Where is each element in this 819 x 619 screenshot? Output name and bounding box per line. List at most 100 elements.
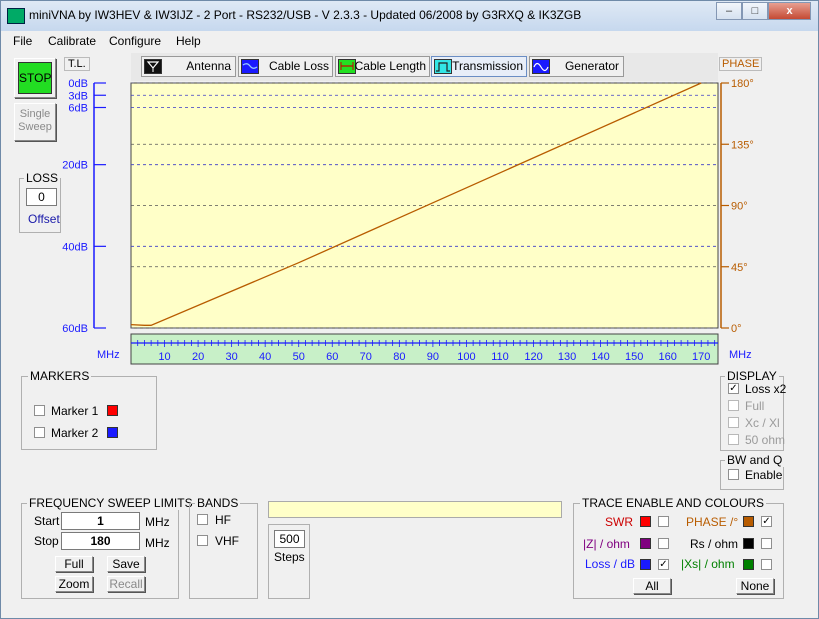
menu-calibrate[interactable]: Calibrate: [48, 34, 96, 48]
tab-transmission-label: Transmission: [452, 59, 523, 73]
transmission-chart: 0dB3dB6dB 20dB 40dB 60dB 180° 135° 90° 45° 0° 10 2…: [62, 78, 754, 365]
title-bar[interactable]: miniVNA by IW3HEV & IW3IJZ - 2 Port - RS…: [1, 1, 818, 31]
tab-transmission[interactable]: Transmission: [431, 56, 527, 77]
right-axis-tick-label: 180°: [731, 78, 754, 90]
maximize-button[interactable]: □: [742, 2, 768, 20]
steps-label: Steps: [274, 550, 305, 564]
generator-icon: [532, 59, 550, 74]
frequency-tick-label: 10: [158, 351, 170, 363]
tab-antenna-label: Antenna: [186, 59, 231, 73]
frequency-tick-label: 130: [558, 351, 576, 363]
bwq-title: BW and Q: [725, 453, 785, 467]
50-ohm-checkbox[interactable]: [728, 434, 739, 445]
start-input[interactable]: 1: [61, 512, 140, 530]
frequency-tick-label: 70: [360, 351, 372, 363]
trace-swr-checkbox[interactable]: [658, 516, 669, 527]
tab-antenna[interactable]: Antenna: [141, 56, 236, 77]
trace-all-button[interactable]: All: [633, 578, 671, 594]
trace-none-button[interactable]: None: [736, 578, 774, 594]
trace-rs-color[interactable]: [743, 538, 754, 549]
hf-label: HF: [215, 513, 231, 527]
x-axis-label-right: MHz: [729, 349, 752, 361]
right-axis-tick-label: 0°: [731, 323, 742, 335]
trace-phase-color[interactable]: [743, 516, 754, 527]
trace-xs-label: |Xs| / ohm: [681, 557, 735, 571]
save-button[interactable]: Save: [107, 556, 145, 572]
menu-file[interactable]: File: [13, 34, 32, 48]
marker-1-label: Marker 1: [51, 404, 99, 418]
trace-z-checkbox[interactable]: [658, 538, 669, 549]
trace-phase-checkbox[interactable]: ✓: [761, 516, 772, 527]
left-axis-tick-label: 20dB: [62, 160, 88, 172]
single-sweep-line1: Single: [19, 108, 51, 120]
trace-loss-color[interactable]: [640, 559, 651, 570]
frequency-tick-label: 170: [692, 351, 710, 363]
menu-configure[interactable]: Configure: [109, 34, 161, 48]
trace-swr-label: SWR: [605, 515, 633, 529]
left-axis-tick-label: 6dB: [68, 103, 88, 115]
status-field: [268, 501, 562, 518]
trace-xs-checkbox[interactable]: [761, 559, 772, 570]
trace-title: TRACE ENABLE AND COLOURS: [580, 496, 767, 510]
loss-input[interactable]: 0: [26, 188, 57, 206]
50-ohm-label: 50 ohm: [745, 433, 786, 447]
menu-help[interactable]: Help: [176, 34, 201, 48]
start-label: Start: [34, 514, 60, 528]
stop-button-frame: STOP: [14, 58, 56, 98]
frequency-tick-label: 40: [259, 351, 271, 363]
cable-length-icon: [338, 59, 356, 74]
frequency-tick-label: 140: [591, 351, 609, 363]
marker-2-label: Marker 2: [51, 426, 99, 440]
marker-1-checkbox[interactable]: [34, 405, 45, 416]
trace-z-color[interactable]: [640, 538, 651, 549]
tab-cable-length[interactable]: Cable Length: [335, 56, 430, 77]
trace-rs-label: Rs / ohm: [690, 537, 739, 551]
marker-1-color[interactable]: [107, 405, 118, 416]
full-label: Full: [745, 399, 765, 413]
bwq-enable-label: Enable: [745, 468, 783, 482]
hf-checkbox[interactable]: [197, 514, 208, 525]
stop-input[interactable]: 180: [61, 532, 140, 550]
loss-x2-label: Loss x2: [745, 382, 787, 396]
app-icon: [7, 8, 25, 24]
frequency-tick-label: 90: [427, 351, 439, 363]
single-sweep-button[interactable]: Single Sweep: [14, 103, 56, 141]
vhf-checkbox[interactable]: [197, 535, 208, 546]
right-axis-tick-label: 90°: [731, 201, 748, 213]
frequency-tick-label: 50: [293, 351, 305, 363]
trace-loss-checkbox[interactable]: ✓: [658, 559, 669, 570]
trace-swr-color[interactable]: [640, 516, 651, 527]
trace-z-label: |Z| / ohm: [583, 537, 630, 551]
window-title: miniVNA by IW3HEV & IW3IJZ - 2 Port - RS…: [29, 8, 582, 22]
marker-2-checkbox[interactable]: [34, 427, 45, 438]
frequency-tick-label: 30: [226, 351, 238, 363]
antenna-icon: [144, 59, 162, 74]
xc-xl-checkbox[interactable]: [728, 417, 739, 428]
close-button[interactable]: x: [768, 2, 811, 20]
start-unit: MHz: [145, 515, 170, 529]
recall-button[interactable]: Recall: [107, 576, 145, 592]
tl-label: T.L.: [64, 57, 90, 71]
tab-cable-loss[interactable]: Cable Loss: [238, 56, 333, 77]
frequency-tick-label: 60: [326, 351, 338, 363]
markers-title: MARKERS: [28, 369, 92, 383]
full-checkbox[interactable]: [728, 400, 739, 411]
loss-x2-checkbox[interactable]: ✓: [728, 383, 739, 394]
tab-cable-length-label: Cable Length: [354, 59, 426, 73]
steps-input[interactable]: 500: [274, 530, 305, 548]
right-axis-tick-label: 135°: [731, 139, 754, 151]
loss-offset-label: Offset: [28, 212, 60, 226]
tab-cable-loss-label: Cable Loss: [268, 59, 329, 73]
marker-2-color[interactable]: [107, 427, 118, 438]
bwq-enable-checkbox[interactable]: [728, 469, 739, 480]
x-axis-label-left: MHz: [97, 349, 120, 361]
zoom-button[interactable]: Zoom: [55, 576, 93, 592]
full-button[interactable]: Full: [55, 556, 93, 572]
frequency-tick-label: 160: [659, 351, 677, 363]
tab-generator[interactable]: Generator: [529, 56, 624, 77]
trace-rs-checkbox[interactable]: [761, 538, 772, 549]
loss-title: LOSS: [24, 171, 61, 185]
trace-xs-color[interactable]: [743, 559, 754, 570]
stop-button[interactable]: STOP: [18, 62, 52, 94]
minimize-button[interactable]: –: [716, 2, 742, 20]
